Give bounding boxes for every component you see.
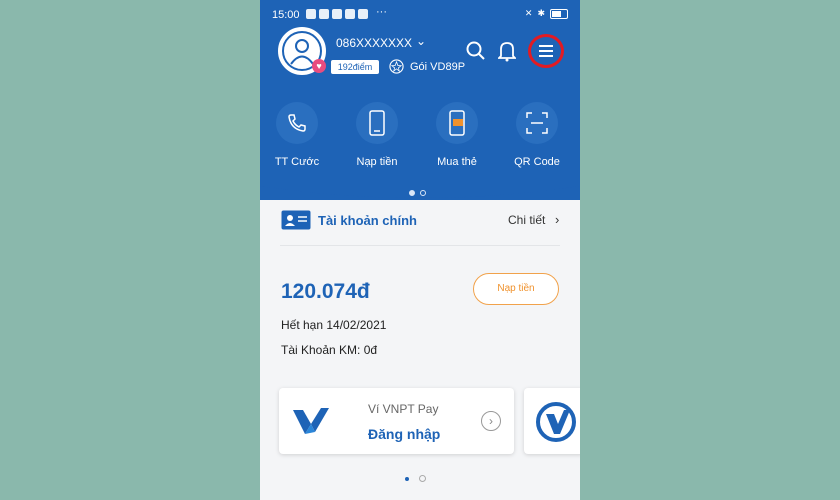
phone-number[interactable]: 086XXXXXXX bbox=[336, 36, 412, 50]
vnpt-logo bbox=[536, 402, 576, 442]
quick-action-label: TT Cước bbox=[274, 156, 320, 168]
wallet-login-label[interactable]: Đăng nhập bbox=[368, 426, 440, 442]
divider bbox=[280, 245, 560, 246]
quick-actions-pager bbox=[409, 190, 426, 196]
heart-icon: ♥ bbox=[312, 59, 326, 73]
hamburger-icon bbox=[539, 45, 553, 57]
notification-icons bbox=[306, 9, 368, 19]
cards-pager bbox=[405, 475, 426, 482]
package-icon bbox=[389, 59, 404, 74]
account-title: Tài khoản chính bbox=[318, 213, 417, 228]
more-notifications: ··· bbox=[376, 6, 387, 18]
promo-balance: Tài Khoản KM: 0đ bbox=[281, 343, 378, 357]
account-balance: 120.074đ bbox=[281, 280, 370, 303]
phone-bill-icon bbox=[276, 102, 318, 144]
points-badge[interactable]: 192điểm bbox=[331, 60, 379, 74]
pager-dot[interactable] bbox=[419, 475, 426, 482]
account-card-icon bbox=[281, 210, 311, 230]
status-bar: 15:00 ··· ✕ ✱ bbox=[260, 0, 580, 30]
mute-icon: ✕ bbox=[524, 8, 533, 18]
expiry-date: Hết hạn 14/02/2021 bbox=[281, 318, 387, 332]
tiktok-icon bbox=[345, 9, 355, 19]
bell-icon[interactable] bbox=[498, 40, 516, 62]
chevron-right-icon[interactable]: › bbox=[555, 212, 559, 227]
mobile-topup-icon bbox=[356, 102, 398, 144]
pager-dot-active[interactable] bbox=[405, 477, 409, 481]
youtube-icon bbox=[306, 9, 316, 19]
quick-action-mua-the[interactable]: Mua thẻ bbox=[427, 102, 487, 168]
buy-card-icon bbox=[436, 102, 478, 144]
search-icon[interactable] bbox=[466, 41, 486, 61]
next-card[interactable] bbox=[524, 388, 580, 454]
qr-code-icon bbox=[516, 102, 558, 144]
quick-action-label: Mua thẻ bbox=[437, 156, 477, 168]
topup-button[interactable]: Nạp tiền bbox=[473, 273, 559, 305]
status-time: 15:00 bbox=[272, 9, 300, 21]
app-icon bbox=[332, 9, 342, 19]
pager-dot-active[interactable] bbox=[409, 190, 415, 196]
bluetooth-icon: ✱ bbox=[537, 8, 545, 18]
vnpt-pay-card[interactable]: Ví VNPT Pay Đăng nhập › bbox=[279, 388, 514, 454]
menu-icon[interactable] bbox=[528, 34, 564, 68]
phone-screen: 15:00 ··· ✕ ✱ ♥ 086XXXXXXX ⌄ 192điểm Gói… bbox=[260, 0, 580, 500]
app-icon-2 bbox=[358, 9, 368, 19]
battery-icon bbox=[550, 8, 568, 19]
vnpt-pay-logo bbox=[293, 408, 329, 434]
account-detail-link[interactable]: Chi tiết bbox=[508, 213, 545, 227]
quick-action-label: QR Code bbox=[514, 156, 560, 168]
quick-action-tt-cuoc[interactable]: TT Cước bbox=[267, 102, 327, 168]
wallet-subtitle: Ví VNPT Pay bbox=[368, 402, 439, 416]
chevron-right-circle-icon[interactable]: › bbox=[481, 411, 501, 431]
quick-action-label: Nạp tiền bbox=[356, 156, 398, 168]
chevron-down-icon[interactable]: ⌄ bbox=[416, 34, 426, 48]
quick-action-nap-tien[interactable]: Nạp tiền bbox=[347, 102, 407, 168]
quick-action-qr-code[interactable]: QR Code bbox=[507, 102, 567, 168]
system-icons: ✕ ✱ bbox=[525, 8, 568, 19]
package-label[interactable]: Gói VD89P bbox=[410, 61, 465, 73]
wifi-icon bbox=[319, 9, 329, 19]
pager-dot[interactable] bbox=[420, 190, 426, 196]
